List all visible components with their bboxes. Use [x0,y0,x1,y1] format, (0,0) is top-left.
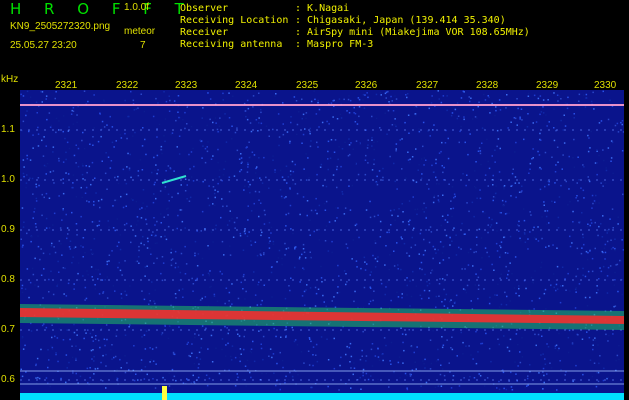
y-tick-label: 0.9 [1,224,15,235]
x-axis-panel [20,78,624,90]
info-observer-value: : K.Nagai [295,3,350,14]
y-tick-label: 0.8 [1,274,15,285]
right-margin [624,78,629,400]
info-antenna-key: Receiving antenna [180,39,283,50]
spectrogram-canvas [20,90,624,400]
meteor-marker [162,386,167,400]
y-tick-label: 1.0 [1,174,15,185]
info-antenna-value: : Maspro FM-3 [295,39,374,50]
y-tick-label: 1.1 [1,124,15,135]
info-receiver-key: Receiver [180,27,229,38]
info-receiver-value: : AirSpy mini (Miakejima VOR 108.65MHz) [295,27,530,38]
meteor-label: meteor [124,26,156,37]
version-label: 1.0.0f [124,2,150,13]
app-title: H R O F F T [10,0,193,18]
header-panel: H R O F F T 1.0.0f KN9_2505272320.png me… [0,0,629,78]
info-observer-key: Observer [180,3,229,14]
spectrogram [20,90,624,400]
y-tick-label: 0.7 [1,324,15,335]
filename-label: KN9_2505272320.png [10,21,111,32]
baseline-bar [20,393,624,400]
info-location-key: Receiving Location [180,15,289,26]
info-location-value: : Chigasaki, Japan (139.414 35.340) [295,15,506,26]
datetime-label: 25.05.27 23:20 [10,40,77,51]
y-tick-label: 0.6 [1,374,15,385]
y-axis-unit: kHz [1,74,19,85]
meteor-count: 7 [140,40,146,51]
